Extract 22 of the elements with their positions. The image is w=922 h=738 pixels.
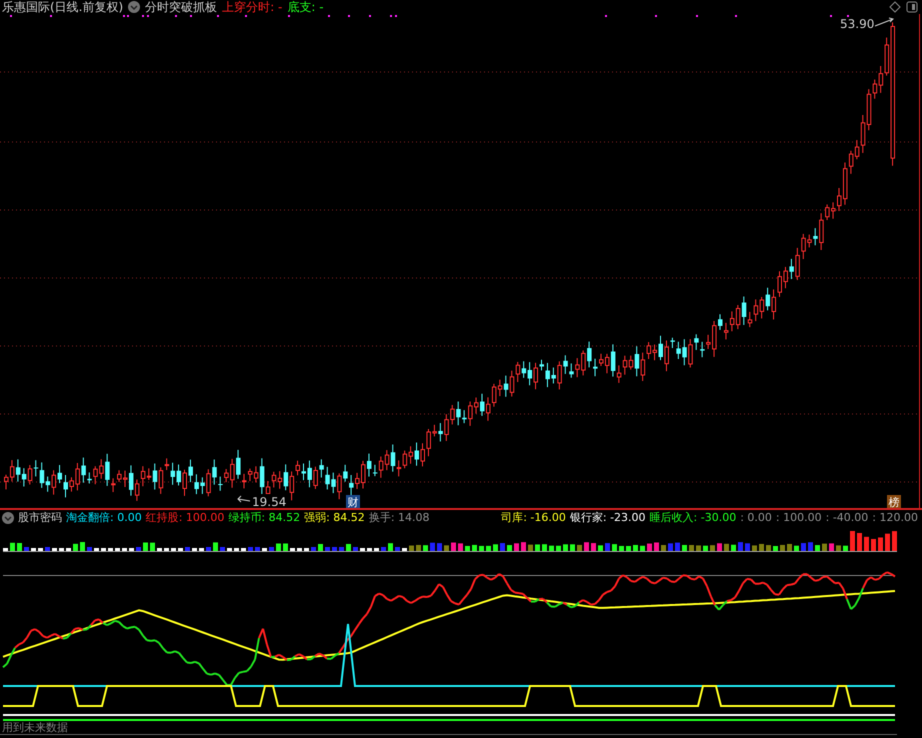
event-marker[interactable]: 财 (346, 495, 360, 508)
indicator-readout: : -40.00 (826, 511, 868, 525)
low-price-label: 19.54 (252, 495, 286, 508)
indicator-readout: 绿持币: 84.52 (228, 511, 300, 525)
indicator-readout: 司库: -16.00 (501, 511, 566, 525)
indicator-readout: 强弱: 84.52 (304, 511, 365, 525)
indicator-readout: : 120.00 (872, 511, 918, 525)
indicator-readout: 换手: 14.08 (368, 511, 430, 525)
indicator-readout: 睡后收入: -30.00 (650, 511, 736, 525)
high-price-label: 53.90 (840, 17, 874, 31)
stock-title: 乐惠国际(日线.前复权) (2, 0, 124, 14)
indicator-title: 股市密码 (18, 511, 62, 525)
signal-readout: 上穿分时: - (222, 0, 282, 14)
indicator-readout: 银行家: -23.00 (570, 511, 646, 525)
indicator-name: 分时突破抓板 (145, 0, 218, 14)
indicator-readout: : 0.00 (740, 511, 772, 525)
indicator-readout: : 100.00 (776, 511, 822, 525)
signal-readout: 底支: - (287, 0, 324, 14)
indicator-readout: 红持股: 100.00 (146, 511, 224, 525)
footer-note: 用到未来数据 (0, 722, 897, 735)
event-marker[interactable]: 榜 (887, 495, 901, 508)
indicator-readout: 淘金翻倍: 0.00 (66, 511, 142, 525)
